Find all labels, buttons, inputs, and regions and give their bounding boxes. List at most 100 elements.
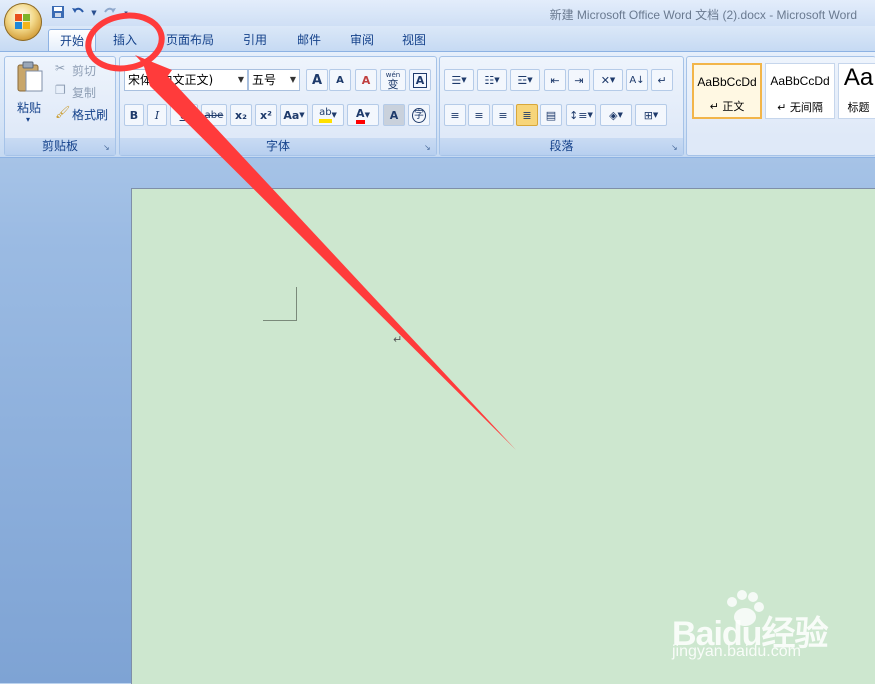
margin-marker [263,320,297,321]
tab-mailings[interactable]: 邮件 [288,29,330,51]
superscript-icon: x² [260,108,272,122]
paste-label: 粘贴 [17,101,42,115]
character-border-icon: A [412,72,428,88]
subscript-button[interactable]: x₂ [230,104,252,126]
enclose-characters-button[interactable]: 字 [408,104,430,126]
underline-button[interactable]: U [170,104,198,126]
format-painter-label: 格式刷 [72,108,109,122]
decrease-indent-icon: ⇤ [550,73,560,87]
italic-button[interactable]: I [147,104,167,126]
phonetic-char: 变 [387,78,399,91]
font-name-combo[interactable]: 宋体 (中文正文) ▼ [124,69,248,91]
chevron-down-icon: ▼ [609,76,616,84]
sort-button[interactable]: A↓ [626,69,648,91]
font-name-value: 宋体 (中文正文) [128,73,214,87]
align-left-button[interactable]: ≡ [444,104,466,126]
chevron-down-icon: ▼ [617,111,623,119]
change-case-icon: Aa [283,108,300,122]
chinese-layout-icon: ✕ [600,73,610,87]
borders-button[interactable]: ⊞ ▼ [635,104,667,126]
office-button[interactable] [4,3,42,41]
font-group-label: 字体 [120,138,436,155]
underline-icon: U [179,108,189,122]
tab-home[interactable]: 开始 [48,29,96,52]
style-heading[interactable]: Aa 标题 [838,63,875,119]
justify-button[interactable]: ≣ [516,104,538,126]
show-marks-button[interactable]: ↵ [651,69,673,91]
tab-references[interactable]: 引用 [234,29,276,51]
clipboard-group: 粘贴 ▾ ✂ 剪切 ❐ 复制 🖌 格式刷 剪贴板 ↘ [4,56,116,156]
dialog-launcher-icon[interactable]: ↘ [103,143,112,152]
tab-insert[interactable]: 插入 [103,29,147,51]
grow-font-button[interactable]: A [306,69,328,91]
styles-group: AaBbCcDd ↵ 正文 AaBbCcDd ↵ 无间隔 Aa 标题 [686,56,875,156]
paste-icon [17,61,43,92]
chevron-down-icon: ▼ [527,76,533,84]
scissors-icon: ✂ [55,61,66,75]
italic-icon: I [154,108,160,122]
shrink-font-button[interactable]: A [329,69,351,91]
font-size-combo[interactable]: 五号 ▼ [248,69,300,91]
align-left-icon: ≡ [450,108,460,122]
superscript-button[interactable]: x² [255,104,277,126]
bold-button[interactable]: B [124,104,144,126]
font-color-icon: A [356,107,365,124]
phonetic-guide-button[interactable]: wén 变 [380,69,406,91]
character-shading-icon: A [389,108,399,122]
character-shading-button[interactable]: A [383,104,405,126]
multilevel-list-icon: ☲ [517,73,528,87]
style-no-spacing[interactable]: AaBbCcDd ↵ 无间隔 [765,63,835,119]
dialog-launcher-icon[interactable]: ↘ [424,143,433,152]
bullets-icon: ☰ [451,73,462,87]
clear-format-button[interactable]: A [355,69,377,91]
decrease-indent-button[interactable]: ⇤ [544,69,566,91]
chevron-down-icon: ▼ [299,111,305,119]
copy-button[interactable]: ❐ 复制 [55,83,111,101]
multilevel-list-button[interactable]: ☲ ▼ [510,69,540,91]
paste-button[interactable]: 粘贴 ▾ [9,59,49,129]
highlight-button[interactable]: ab ▼ [312,104,344,126]
change-case-button[interactable]: Aa ▼ [280,104,308,126]
line-spacing-button[interactable]: ↕≡ ▼ [566,104,596,126]
chevron-down-icon: ▼ [461,76,467,84]
chinese-layout-button[interactable]: ✕ ▼ [593,69,623,91]
strikethrough-icon: abe [204,109,224,121]
style-sample: Aa [843,64,874,91]
paragraph-group-label: 段落 [440,138,683,155]
align-center-button[interactable]: ≡ [468,104,490,126]
highlighter-icon: ab [319,107,332,123]
font-color-button[interactable]: A ▼ [347,104,379,126]
margin-marker [296,287,297,321]
tab-page-layout[interactable]: 页面布局 [160,29,220,51]
font-group: 宋体 (中文正文) ▼ 五号 ▼ A A A wén 变 A B I U abe… [119,56,437,156]
format-painter-button[interactable]: 🖌 格式刷 [55,105,115,123]
ribbon-tabs: 开始 插入 页面布局 引用 邮件 审阅 视图 [0,26,875,52]
style-name: ↵ 无间隔 [777,101,823,114]
style-normal[interactable]: AaBbCcDd ↵ 正文 [692,63,762,119]
align-right-button[interactable]: ≡ [492,104,514,126]
bullets-button[interactable]: ☰ ▼ [444,69,474,91]
distributed-button[interactable]: ▤ [540,104,562,126]
chevron-down-icon: ▼ [587,111,593,119]
dialog-launcher-icon[interactable]: ↘ [671,143,680,152]
numbering-button[interactable]: ☷ ▼ [477,69,507,91]
distributed-icon: ▤ [545,108,557,122]
tab-view[interactable]: 视图 [393,29,435,51]
style-sample: AaBbCcDd [697,75,757,89]
cut-label: 剪切 [72,64,97,78]
paragraph-group: ☰ ▼ ☷ ▼ ☲ ▼ ⇤ ⇥ ✕ ▼ A↓ ↵ ≡ ≡ ≡ ≣ ▤ ↕≡ ▼ ◈ ▼ ⊞ ▼… [439,56,684,156]
cut-button[interactable]: ✂ 剪切 [55,61,111,79]
borders-icon: ⊞ [643,108,653,122]
tab-review[interactable]: 审阅 [341,29,383,51]
strikethrough-button[interactable]: abe [201,104,227,126]
font-size-value: 五号 [252,73,277,87]
increase-indent-button[interactable]: ⇥ [568,69,590,91]
increase-indent-icon: ⇥ [574,73,584,87]
paint-bucket-icon: ◈ [609,108,618,122]
character-border-button[interactable]: A [409,69,431,91]
shading-button[interactable]: ◈ ▼ [600,104,632,126]
justify-icon: ≣ [522,108,532,122]
style-name: ↵ 正文 [709,100,745,113]
office-logo-icon [15,14,31,30]
align-right-icon: ≡ [498,108,508,122]
